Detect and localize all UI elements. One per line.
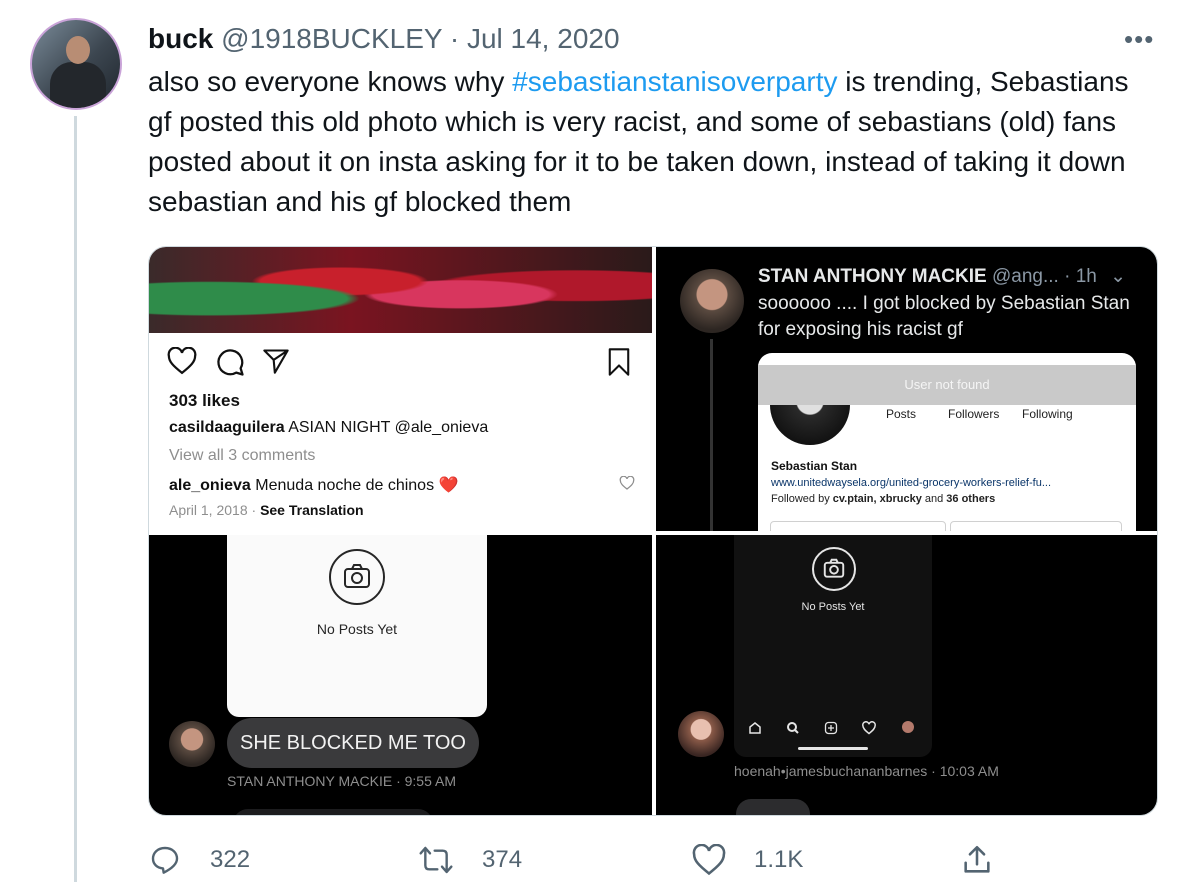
dm-next-bubble [736, 799, 810, 815]
followed-by: Followed by cv.ptain, xbrucky and 36 oth… [771, 493, 995, 505]
no-posts-text: No Posts Yet [316, 621, 398, 637]
user-not-found-banner: User not found [758, 365, 1136, 405]
like-icon [692, 844, 726, 876]
media-instagram-post[interactable]: 303 likes casildaaguilera ASIAN NIGHT @a… [149, 247, 652, 531]
dark-tweet-time: · 1h [1058, 266, 1097, 287]
dark-tweet-handle: @ang... [986, 266, 1059, 287]
dm-avatar [678, 711, 724, 757]
dark-tweet-name: STAN ANTHONY MACKIE [758, 266, 987, 287]
home-icon [749, 722, 761, 734]
dm-next-bubble [233, 809, 433, 815]
like-count: 1.1K [754, 846, 804, 873]
retweet-action[interactable]: 374 [418, 842, 522, 878]
media-dm-left[interactable]: No Posts Yet SHE BLOCKED ME TOO STAN ANT… [149, 535, 652, 815]
heart-icon[interactable] [167, 347, 197, 375]
profile-card: User not found Posts Followers Following… [758, 353, 1136, 531]
profile-tab-avatar [902, 721, 914, 733]
caption-user[interactable]: casildaaguilera [169, 419, 285, 436]
profile-url: www.unitedwaysela.org/united-grocery-wor… [771, 477, 1051, 489]
camera-icon [329, 549, 385, 605]
author-name[interactable]: buck [148, 23, 213, 54]
share-action[interactable] [960, 842, 1022, 878]
reply-action[interactable]: 322 [148, 842, 250, 878]
following-label: Following [1022, 407, 1073, 421]
tweet-date[interactable]: Jul 14, 2020 [467, 23, 620, 54]
post-photo [149, 247, 652, 333]
media-dark-tweet[interactable]: STAN ANTHONY MACKIE @ang... · 1h ⌄ soooo… [656, 247, 1157, 531]
profile-name: Sebastian Stan [771, 459, 858, 473]
dark-tweet-avatar [680, 269, 744, 333]
see-translation-link[interactable]: See Translation [260, 502, 363, 518]
chevron-down-icon: ⌄ [1110, 266, 1127, 287]
more-icon[interactable]: ••• [1124, 26, 1154, 52]
profile-button-left [770, 521, 946, 531]
dm-avatar [169, 721, 215, 767]
add-icon [824, 721, 838, 735]
followed-by-users: cv.ptain, xbrucky [832, 493, 922, 505]
thread-line [74, 116, 77, 882]
followers-label: Followers [948, 407, 1000, 421]
no-posts-text: No Posts Yet [801, 601, 865, 613]
tweet-header: buck @1918BUCKLEY · Jul 14, 2020 [148, 22, 620, 56]
tweet-actions: 322 374 1.1K [0, 842, 1183, 882]
followed-by-mid: and [921, 493, 947, 505]
bookmark-icon[interactable] [605, 347, 633, 377]
dm-message-bubble: SHE BLOCKED ME TOO [227, 718, 479, 768]
retweet-icon [419, 846, 453, 874]
post-date: April 1, 2018 · See Translation [169, 502, 364, 518]
post-likes[interactable]: 303 likes [169, 391, 240, 411]
dm-message-meta: hoenah•jamesbuchananbarnes · 10:03 AM [734, 763, 999, 779]
heart-icon [862, 721, 876, 735]
dark-tweet-header: STAN ANTHONY MACKIE @ang... · 1h ⌄ [758, 265, 1126, 288]
like-action[interactable]: 1.1K [692, 842, 803, 878]
media-grid[interactable]: 303 likes casildaaguilera ASIAN NIGHT @a… [148, 246, 1158, 816]
header-separator: · [449, 23, 460, 54]
post-caption: casildaaguilera ASIAN NIGHT @ale_onieva [169, 419, 488, 437]
view-all-comments[interactable]: View all 3 comments [169, 447, 315, 465]
dark-tweet-text: soooooo .... I got blocked by Sebastian … [758, 293, 1130, 340]
tweet-text-before: also so everyone knows why [148, 66, 513, 97]
media-dm-right[interactable]: No Posts Yet hoenah•jamesbuchananbarnes … [656, 535, 1157, 815]
camera-icon [812, 547, 856, 591]
post-date-text: April 1, 2018 [169, 502, 248, 518]
avatar-head [66, 36, 90, 64]
posts-label: Posts [886, 407, 917, 421]
comment-text: Menuda noche de chinos [250, 477, 439, 494]
upload-icon [964, 845, 990, 873]
followed-by-prefix: Followed by [771, 493, 833, 505]
comment-user[interactable]: ale_onieva [169, 477, 251, 494]
reply-count: 322 [210, 846, 251, 873]
reply-icon [151, 846, 179, 874]
comment-icon[interactable] [215, 347, 245, 377]
caption-text: ASIAN NIGHT @ale_onieva [284, 419, 489, 436]
home-indicator [798, 747, 868, 750]
avatar-torso [50, 62, 106, 108]
post-date-separator: · [247, 502, 261, 518]
followed-by-count: 36 others [946, 493, 996, 505]
dark-tweet-thread-line [710, 339, 713, 531]
post-comment: ale_onieva Menuda noche de chinos ❤️ [169, 475, 458, 495]
author-avatar[interactable] [30, 18, 122, 110]
search-icon [787, 722, 799, 734]
comment-like-icon[interactable] [619, 476, 635, 490]
author-handle[interactable]: @1918BUCKLEY [221, 23, 442, 54]
comment-emoji: ❤️ [438, 477, 459, 494]
hashtag-link[interactable]: #sebastianstanisoverparty [512, 66, 837, 97]
dm-message-meta: STAN ANTHONY MACKIE · 9:55 AM [227, 773, 456, 789]
share-icon[interactable] [261, 347, 291, 375]
profile-button-right [950, 521, 1122, 531]
tweet-text: also so everyone knows why #sebastiansta… [148, 62, 1158, 222]
retweet-count: 374 [482, 846, 523, 873]
